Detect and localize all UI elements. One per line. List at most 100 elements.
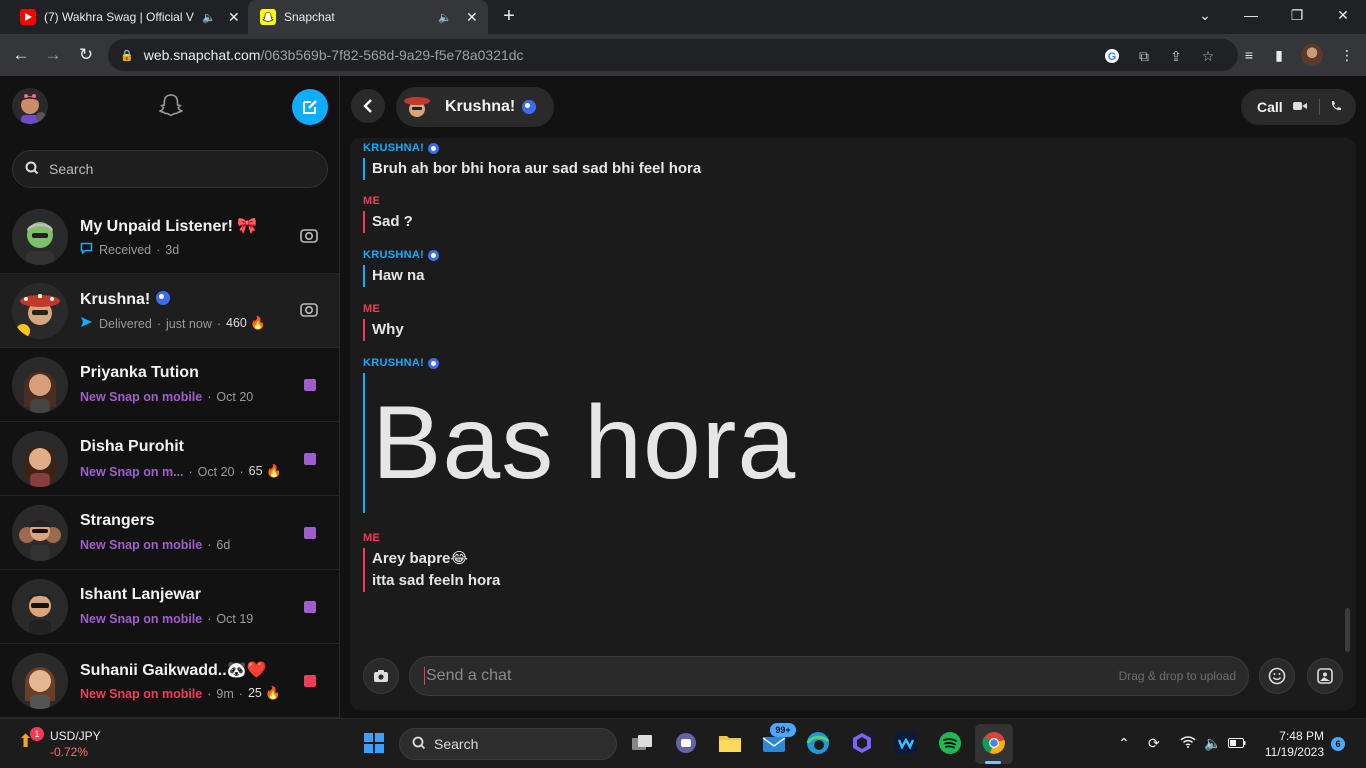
tab-search-icon[interactable]: ⌄ <box>1182 0 1228 30</box>
video-call-icon[interactable] <box>1292 100 1307 114</box>
system-clock[interactable]: 7:48 PM 11/19/2023 <box>1258 728 1324 760</box>
wifi-icon[interactable] <box>1180 735 1196 751</box>
mail-badge: 99+ <box>770 723 796 737</box>
tray-overflow-chevron-icon[interactable]: ⌃ <box>1118 735 1130 752</box>
snapchat-icon <box>260 9 276 25</box>
file-explorer-icon[interactable] <box>716 729 744 757</box>
chat-name: My Unpaid Listener! 🎀 <box>80 218 258 235</box>
tab-snapchat[interactable]: Snapchat 🔈 ✕ <box>248 0 488 34</box>
speaker-icon[interactable]: 🔈 <box>202 11 216 24</box>
speaker-icon[interactable]: 🔈 <box>438 11 452 24</box>
back-arrow-icon[interactable]: ← <box>8 42 34 68</box>
new-snap-square-icon[interactable] <box>304 527 316 539</box>
lock-icon[interactable]: 🔒 <box>120 49 134 62</box>
chat-row[interactable]: Disha Purohit New Snap on m... · Oct 20 … <box>0 422 339 496</box>
close-window-icon[interactable]: ✕ <box>1320 0 1366 30</box>
chat-status-label: New Snap on mobile <box>80 612 203 626</box>
teams-chat-icon[interactable] <box>672 729 700 757</box>
call-label[interactable]: Call <box>1257 99 1283 115</box>
minimize-icon[interactable]: — <box>1228 0 1274 30</box>
chat-name: Suhanii Gaikwadd..🐼❤️ <box>80 662 267 679</box>
volume-icon[interactable]: 🔈 <box>1204 735 1221 752</box>
bookmark-star-icon[interactable]: ☆ <box>1198 46 1218 66</box>
new-snap-square-icon[interactable] <box>304 675 316 687</box>
new-snap-square-icon[interactable] <box>304 379 316 391</box>
open-in-app-icon[interactable]: ⧉ <box>1134 46 1154 66</box>
chat-row[interactable]: Suhanii Gaikwadd..🐼❤️ New Snap on mobile… <box>0 644 339 718</box>
address-bar[interactable]: 🔒 web.snapchat.com /063b569b-7f82-568d-9… <box>108 39 1238 71</box>
chat-row[interactable]: Priyanka Tution New Snap on mobile · Oct… <box>0 348 339 422</box>
snapchat-ghost-icon[interactable] <box>155 92 187 124</box>
emoji-icon[interactable] <box>1259 658 1295 694</box>
sender-name: KRUSHNA! <box>363 357 425 369</box>
message-text-large: Bas hora <box>363 373 796 513</box>
verified-badge-icon <box>428 249 440 261</box>
message: KRUSHNA! Bruh ah bor bhi hora aur sad sa… <box>363 142 701 180</box>
edge-browser-icon[interactable] <box>804 729 832 757</box>
new-snap-square-icon[interactable] <box>304 453 316 465</box>
camera-icon[interactable] <box>299 227 319 247</box>
tab-youtube[interactable]: (7) Wakhra Swag | Official Vi 🔈 ✕ <box>8 0 248 34</box>
copilot-icon[interactable] <box>848 729 876 757</box>
reload-icon[interactable]: ↻ <box>73 42 99 68</box>
chat-status-label: Delivered <box>99 316 152 331</box>
chat-time: 3d <box>165 242 180 257</box>
search-input[interactable] <box>49 161 299 177</box>
chrome-icon[interactable] <box>980 729 1008 757</box>
chat-status: Received · 3d <box>80 242 179 257</box>
snapchat-app: My Unpaid Listener! 🎀 Received · 3d <box>0 76 1366 718</box>
restore-icon[interactable]: ❐ <box>1274 0 1320 30</box>
send-chat-input[interactable] <box>424 667 1064 685</box>
currency-pair: USD/JPY <box>50 729 101 743</box>
battery-icon[interactable] <box>1228 735 1246 751</box>
media-control-icon[interactable]: ≡ <box>1238 44 1260 66</box>
phone-call-icon[interactable] <box>1330 100 1342 115</box>
forward-arrow-icon[interactable]: → <box>40 42 66 68</box>
new-chat-button[interactable] <box>292 89 328 125</box>
chat-name: Ishant Lanjewar <box>80 586 201 603</box>
task-view-icon[interactable] <box>628 729 656 757</box>
close-tab-icon[interactable]: ✕ <box>466 9 478 26</box>
new-snap-square-icon[interactable] <box>304 601 316 613</box>
chat-status: New Snap on mobile · 9m · 25 🔥 <box>80 686 281 701</box>
chat-row[interactable]: My Unpaid Listener! 🎀 Received · 3d <box>0 200 339 274</box>
streak-count: 65 🔥 <box>248 464 282 478</box>
close-tab-icon[interactable]: ✕ <box>228 9 240 26</box>
search-bar[interactable] <box>12 150 328 188</box>
thread-scrollbar[interactable] <box>1345 608 1350 652</box>
chat-input-field[interactable]: Drag & drop to upload <box>409 656 1249 696</box>
sender-name: KRUSHNA! <box>363 249 425 261</box>
share-icon[interactable]: ⇪ <box>1166 46 1186 66</box>
back-chevron-icon[interactable] <box>351 89 385 123</box>
menu-kebab-icon[interactable]: ⋮ <box>1336 44 1358 66</box>
camera-icon[interactable] <box>299 301 319 321</box>
call-controls[interactable]: Call <box>1241 89 1356 125</box>
profile-avatar[interactable] <box>1301 44 1323 66</box>
chat-status: New Snap on mobile · Oct 19 <box>80 612 254 626</box>
chat-row[interactable]: Strangers New Snap on mobile · 6d <box>0 496 339 570</box>
memories-gallery-icon[interactable] <box>1307 658 1343 694</box>
bitmoji-avatar <box>12 283 68 339</box>
chat-row[interactable]: Ishant Lanjewar New Snap on mobile · Oct… <box>0 570 339 644</box>
conversation-header[interactable]: Krushna! <box>396 87 555 127</box>
google-lens-icon[interactable]: G <box>1102 46 1122 66</box>
chat-row[interactable]: Krushna! Delivered · just now · 460 🔥 <box>0 274 339 348</box>
new-tab-button[interactable]: + <box>497 4 521 28</box>
chat-name-text: Krushna! <box>80 291 151 308</box>
notification-badge[interactable]: 6 <box>1331 737 1345 751</box>
my-bitmoji-avatar[interactable] <box>12 88 48 124</box>
side-panel-icon[interactable]: ▮ <box>1268 44 1290 66</box>
chat-status-label: New Snap on mobile <box>80 390 203 404</box>
camera-icon[interactable] <box>363 658 399 694</box>
verified-badge-icon <box>156 291 171 305</box>
webex-icon[interactable] <box>892 729 920 757</box>
windows-start-icon[interactable] <box>360 729 388 757</box>
taskbar-search[interactable]: Search <box>399 728 617 760</box>
sender-name: ME <box>363 303 381 315</box>
message: ME Why <box>363 303 404 341</box>
chat-name: Strangers <box>80 512 155 529</box>
sync-icon[interactable]: ⟳ <box>1148 735 1160 752</box>
chat-status: New Snap on mobile · 6d <box>80 538 231 552</box>
message-composer: Drag & drop to upload <box>350 656 1356 700</box>
spotify-icon[interactable] <box>936 729 964 757</box>
